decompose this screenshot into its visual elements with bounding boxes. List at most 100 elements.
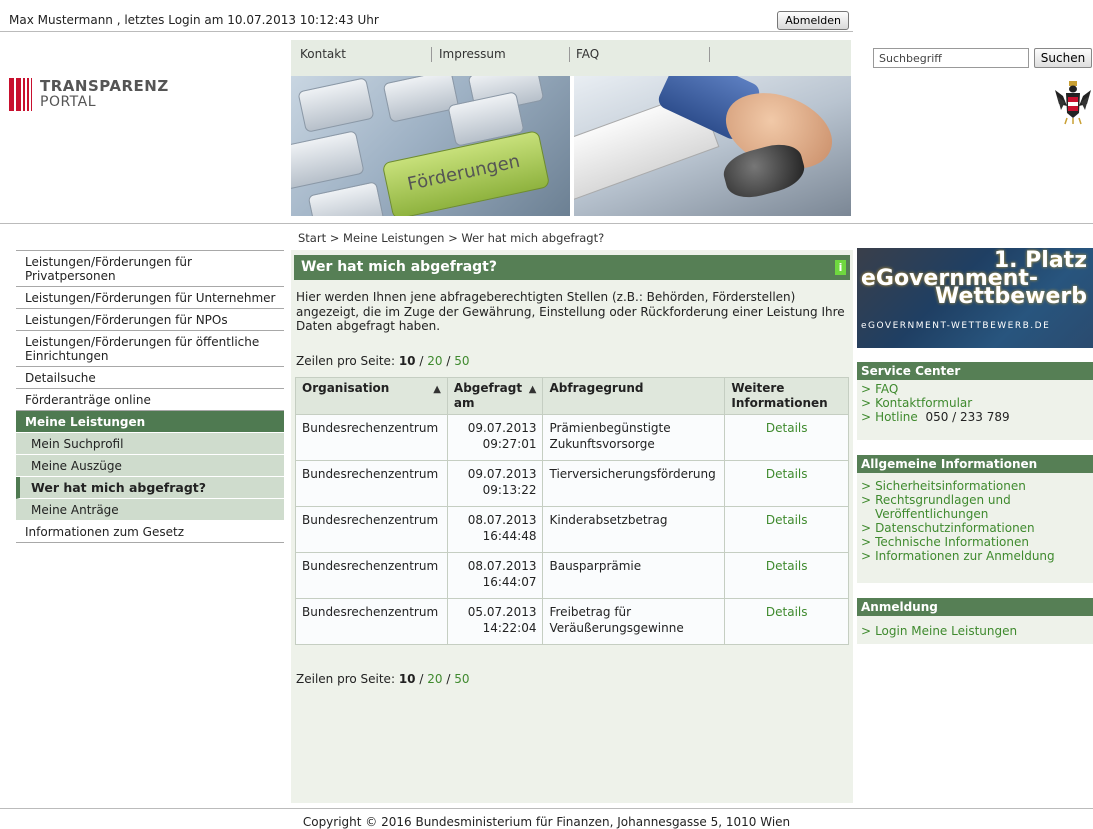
link-datenschutzinformationen[interactable]: > Datenschutzinformationen: [861, 521, 1089, 535]
logout-button[interactable]: Abmelden: [777, 11, 849, 30]
link-faq[interactable]: > FAQ: [861, 382, 1089, 396]
footer-divider: [0, 808, 1093, 809]
nav-kontakt[interactable]: Kontakt: [300, 47, 346, 61]
rows-option-10[interactable]: 10: [399, 354, 416, 368]
general-info-title: Allgemeine Informationen: [857, 455, 1093, 473]
link-rechtsgrundlagen[interactable]: > Rechtsgrundlagen und: [861, 493, 1089, 507]
banner-keyboard-image: Förderungen: [291, 76, 570, 216]
link-informationen-anmeldung[interactable]: > Informationen zur Anmeldung: [861, 549, 1089, 563]
link-kontaktformular[interactable]: > Kontaktformular: [861, 396, 1089, 410]
main-content: Wer hat mich abgefragt? i Hier werden Ih…: [291, 250, 853, 803]
footer-copyright: Copyright © 2016 Bundesministerium für F…: [302, 815, 791, 829]
link-veroeffentlichungen[interactable]: Veröffentlichungen: [861, 507, 1089, 521]
column-header-organisation[interactable]: Organisation ▲︎: [295, 377, 448, 415]
table-row: Bundesrechenzentrum 05.07.2013 14:22:04 F…: [295, 598, 849, 645]
egovernment-award-banner[interactable]: 1. Platz eGovernment- Wettbewerb eGOVERN…: [857, 248, 1093, 348]
chevron-right-icon: >: [861, 624, 872, 638]
sidebar-item-mein-suchprofil[interactable]: Mein Suchprofil: [16, 433, 284, 455]
cell-reason: Prämienbegünstigte Zukunftsvorsorge: [542, 414, 726, 461]
user-login-info: Max Mustermann , letztes Login am 10.07.…: [9, 13, 379, 27]
chevron-right-icon: >: [861, 535, 872, 549]
chevron-right-icon: >: [861, 396, 872, 410]
cell-reason: Bausparprämie: [542, 552, 726, 599]
table-header-row: Organisation ▲︎ ▲︎ Abgefragt am Abfragegru…: [295, 377, 849, 415]
cell-reason: Tierversicherungsförderung: [542, 460, 726, 507]
sidebar-item-meine-antraege[interactable]: Meine Anträge: [16, 499, 284, 521]
cell-date: 09.07.2013 09:13:22: [446, 460, 544, 507]
table-row: Bundesrechenzentrum 08.07.2013 16:44:07 B…: [295, 552, 849, 599]
table-row: Bundesrechenzentrum 09.07.2013 09:27:01 P…: [295, 414, 849, 461]
logo-text-line2: PORTAL: [40, 94, 97, 110]
table-row: Bundesrechenzentrum 09.07.2013 09:13:22 T…: [295, 460, 849, 507]
transparenzportal-logo[interactable]: TRANSPARENZ PORTAL: [9, 78, 209, 111]
chevron-right-icon: >: [861, 521, 872, 535]
search-input[interactable]: [873, 48, 1029, 68]
nav-separator: [569, 47, 570, 62]
table-row: Bundesrechenzentrum 08.07.2013 16:44:48 K…: [295, 506, 849, 553]
logo-bars-icon: [9, 78, 35, 111]
austrian-eagle-icon: [1055, 81, 1091, 125]
login-box: > Login Meine Leistungen: [857, 616, 1093, 644]
cell-date: 09.07.2013 09:27:01: [446, 414, 544, 461]
rows-option-50[interactable]: 50: [454, 672, 469, 686]
sort-icon[interactable]: ▲︎: [433, 382, 441, 397]
chevron-right-icon: >: [861, 493, 872, 507]
header-nav: Kontakt Impressum FAQ: [291, 40, 851, 76]
column-header-weitere-informationen: Weitere Informationen: [724, 377, 849, 415]
service-center-title: Service Center: [857, 362, 1093, 380]
column-header-abfragegrund: Abfragegrund: [542, 377, 726, 415]
info-icon[interactable]: i: [835, 260, 846, 275]
rows-option-10[interactable]: 10: [399, 672, 416, 686]
sidebar-item-npos[interactable]: Leistungen/Förderungen für NPOs: [16, 309, 284, 331]
cell-reason: Freibetrag für Veräußerungsgewinne: [542, 598, 726, 645]
nav-separator: [709, 47, 710, 62]
breadcrumb: Start > Meine Leistungen > Wer hat mich …: [298, 231, 605, 245]
rows-option-20[interactable]: 20: [427, 672, 442, 686]
sidebar-item-privatpersonen[interactable]: Leistungen/Förderungen für Privatpersone…: [16, 250, 284, 287]
sort-icon[interactable]: ▲︎: [529, 382, 537, 397]
link-sicherheitsinformationen[interactable]: > Sicherheitsinformationen: [861, 479, 1089, 493]
logo-text-line1: TRANSPARENZ: [40, 77, 169, 95]
sidebar-item-wer-hat-mich-abgefragt[interactable]: Wer hat mich abgefragt?: [16, 477, 284, 499]
details-link[interactable]: Details: [724, 506, 849, 553]
hotline: > Hotline 050 / 233 789: [861, 410, 1010, 424]
chevron-right-icon: >: [861, 549, 872, 563]
sidebar-item-oeffentliche-einrichtungen[interactable]: Leistungen/Förderungen für öffentliche E…: [16, 331, 284, 367]
sidebar-item-meine-leistungen[interactable]: Meine Leistungen: [16, 411, 284, 433]
cell-organisation: Bundesrechenzentrum: [295, 414, 448, 461]
login-box-title: Anmeldung: [857, 598, 1093, 616]
rows-per-page-top: Zeilen pro Seite: 10 / 20 / 50: [296, 354, 470, 368]
sidebar-item-meine-auszuege[interactable]: Meine Auszüge: [16, 455, 284, 477]
sidebar-item-foerderantraege[interactable]: Förderanträge online: [16, 389, 284, 411]
cell-date: 08.07.2013 16:44:48: [446, 506, 544, 553]
rows-option-50[interactable]: 50: [454, 354, 469, 368]
banner-hand-mouse-image: [574, 76, 851, 216]
general-info-box: > Sicherheitsinformationen > Rechtsgrundla…: [857, 473, 1093, 583]
rows-option-20[interactable]: 20: [427, 354, 442, 368]
cell-organisation: Bundesrechenzentrum: [295, 506, 448, 553]
sidebar-item-detailsuche[interactable]: Detailsuche: [16, 367, 284, 389]
link-technische-informationen[interactable]: > Technische Informationen: [861, 535, 1089, 549]
column-header-abgefragt-am[interactable]: ▲︎ Abgefragt am: [446, 377, 544, 415]
link-login-meine-leistungen[interactable]: > Login Meine Leistungen: [861, 624, 1089, 638]
chevron-right-icon: >: [861, 410, 872, 424]
details-link[interactable]: Details: [724, 460, 849, 507]
nav-faq[interactable]: FAQ: [576, 47, 599, 61]
chevron-right-icon: >: [861, 382, 872, 396]
details-link[interactable]: Details: [724, 552, 849, 599]
topbar: Max Mustermann , letztes Login am 10.07.…: [0, 10, 853, 32]
details-link[interactable]: Details: [724, 598, 849, 645]
sidebar-item-unternehmer[interactable]: Leistungen/Förderungen für Unternehmer: [16, 287, 284, 309]
page-title: Wer hat mich abgefragt?: [301, 259, 497, 275]
cell-organisation: Bundesrechenzentrum: [295, 598, 448, 645]
nav-separator: [431, 47, 432, 62]
sidebar-item-informationen-gesetz[interactable]: Informationen zum Gesetz: [16, 521, 284, 543]
details-link[interactable]: Details: [724, 414, 849, 461]
nav-impressum[interactable]: Impressum: [439, 47, 506, 61]
cell-date: 05.07.2013 14:22:04: [446, 598, 544, 645]
cell-reason: Kinderabsetzbetrag: [542, 506, 726, 553]
search-button[interactable]: Suchen: [1034, 48, 1092, 68]
header-divider: [0, 223, 1093, 224]
intro-text: Hier werden Ihnen jene abfrageberechtigt…: [296, 290, 845, 333]
cell-organisation: Bundesrechenzentrum: [295, 552, 448, 599]
